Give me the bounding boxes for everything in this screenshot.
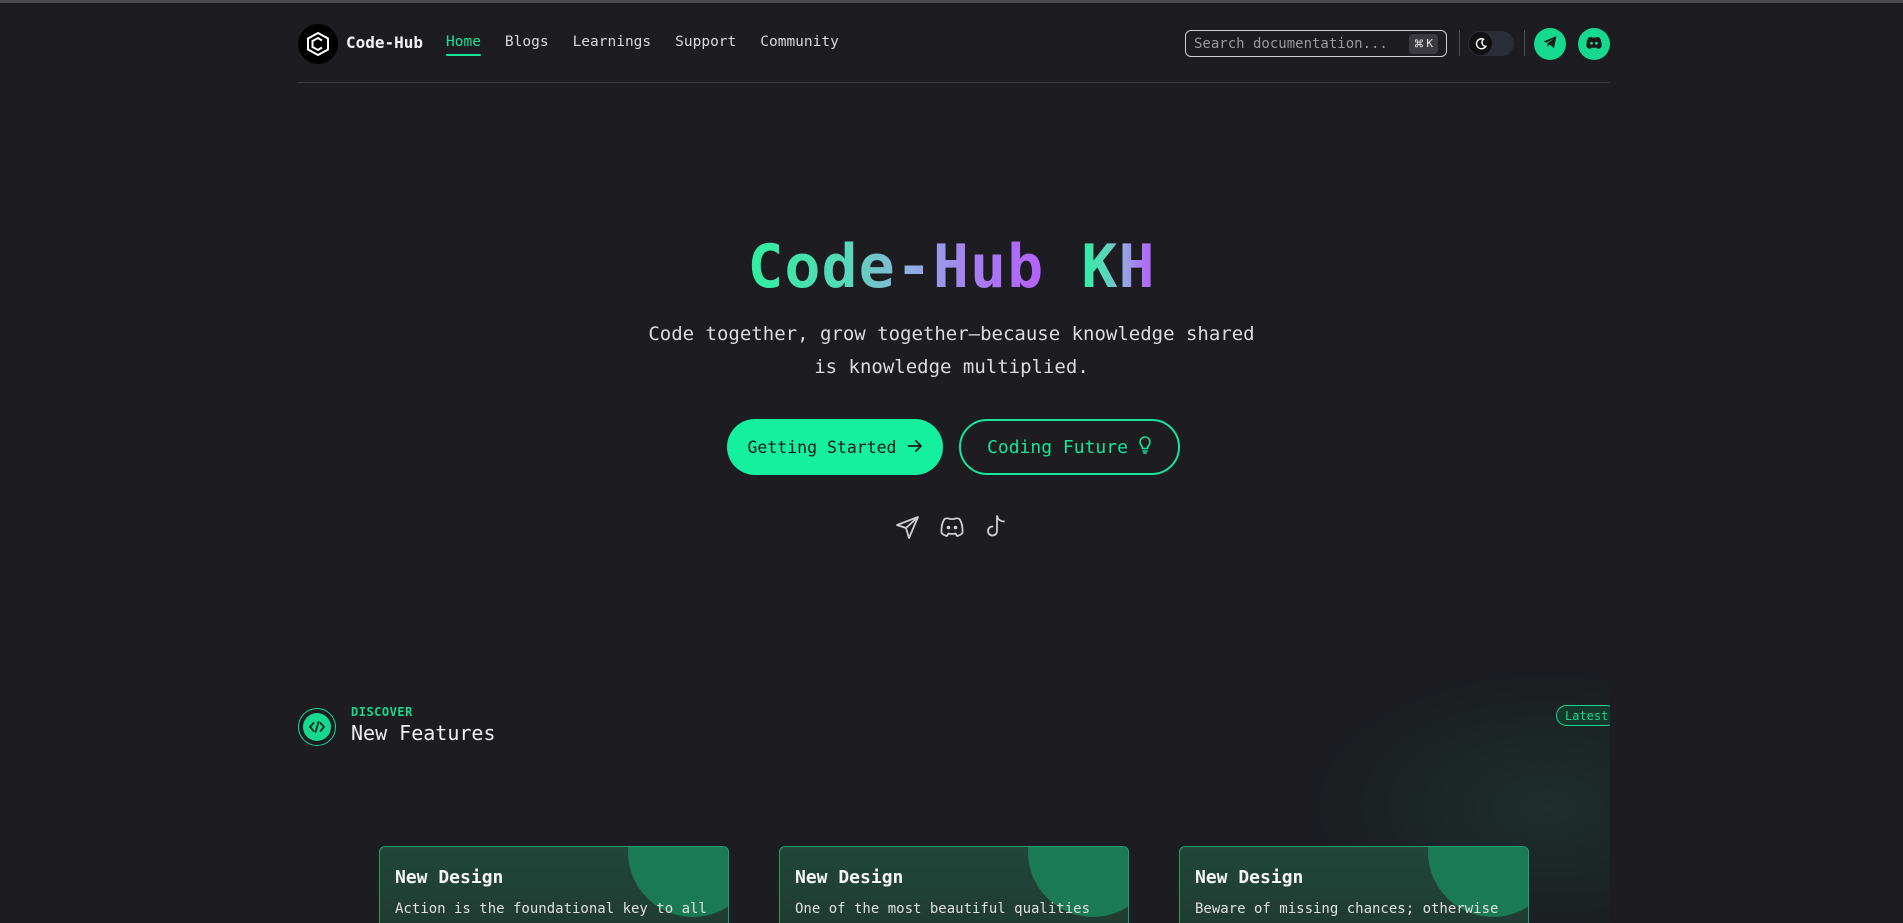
feature-card[interactable]: New Design One of the most beautiful qua… <box>779 846 1129 923</box>
search-shortcut-badge: ⌘ K <box>1409 33 1438 54</box>
nav-separator <box>1459 30 1460 56</box>
nav-link-community[interactable]: Community <box>760 34 839 50</box>
navbar: Code-Hub Home Blogs Learnings Support Co… <box>298 22 1610 64</box>
discord-button[interactable] <box>1578 28 1610 60</box>
window-top-border <box>0 0 1903 3</box>
theme-toggle[interactable] <box>1468 31 1514 56</box>
card-title: New Design <box>1195 867 1304 888</box>
nav-link-home[interactable]: Home <box>446 34 481 56</box>
latest-badge: Latest <box>1556 705 1618 726</box>
nav-separator <box>1524 30 1525 56</box>
coding-future-label: Coding Future <box>987 436 1128 458</box>
discover-icon <box>298 708 336 746</box>
arrow-right-icon <box>907 438 923 457</box>
code-icon <box>303 713 331 741</box>
card-title: New Design <box>395 867 504 888</box>
discord-icon[interactable] <box>938 513 966 541</box>
search-placeholder: Search documentation... <box>1194 35 1388 52</box>
telegram-icon <box>1542 34 1558 54</box>
section-kicker: DISCOVER <box>351 705 413 719</box>
nav-link-support[interactable]: Support <box>675 34 736 50</box>
card-text: One of the most beautiful qualities <box>795 901 1091 917</box>
hero-subtitle: Code together, grow together—because kno… <box>0 318 1903 384</box>
hero-title-main: Code-Hub <box>747 232 1045 302</box>
telegram-button[interactable] <box>1534 28 1566 60</box>
code-hub-logo-icon[interactable] <box>298 24 338 64</box>
hero-subtitle-line-1: Code together, grow together—because kno… <box>648 323 1255 345</box>
brand-name[interactable]: Code-Hub <box>346 33 423 52</box>
section-title: New Features <box>351 721 496 745</box>
tiktok-icon[interactable] <box>982 513 1010 541</box>
moon-icon <box>1469 32 1492 55</box>
send-icon[interactable] <box>894 513 922 541</box>
section-edge-mask <box>1610 700 1640 730</box>
getting-started-button[interactable]: Getting Started <box>727 419 943 475</box>
card-title: New Design <box>795 867 904 888</box>
command-key-icon: ⌘ <box>1414 34 1424 53</box>
social-links <box>894 513 1010 541</box>
nav-link-learnings[interactable]: Learnings <box>573 34 652 50</box>
hero-subtitle-line-2: is knowledge multiplied. <box>814 356 1089 378</box>
lightbulb-icon <box>1138 435 1152 459</box>
search-input[interactable]: Search documentation... ⌘ K <box>1185 30 1447 57</box>
feature-card[interactable]: New Design Action is the foundational ke… <box>379 846 729 923</box>
coding-future-button[interactable]: Coding Future <box>959 419 1180 475</box>
nav-divider <box>298 82 1610 83</box>
card-text: Beware of missing chances; otherwise <box>1195 901 1499 917</box>
nav-links: Home Blogs Learnings Support Community <box>446 34 839 56</box>
feature-card[interactable]: New Design Beware of missing chances; ot… <box>1179 846 1529 923</box>
getting-started-label: Getting Started <box>747 437 897 457</box>
nav-link-blogs[interactable]: Blogs <box>505 34 549 50</box>
hero-title: Code-Hub KH <box>0 232 1903 302</box>
shortcut-key-label: K <box>1426 37 1433 50</box>
discord-icon <box>1585 35 1603 54</box>
hero-title-accent: KH <box>1081 232 1156 302</box>
card-text: Action is the foundational key to all <box>395 901 707 917</box>
